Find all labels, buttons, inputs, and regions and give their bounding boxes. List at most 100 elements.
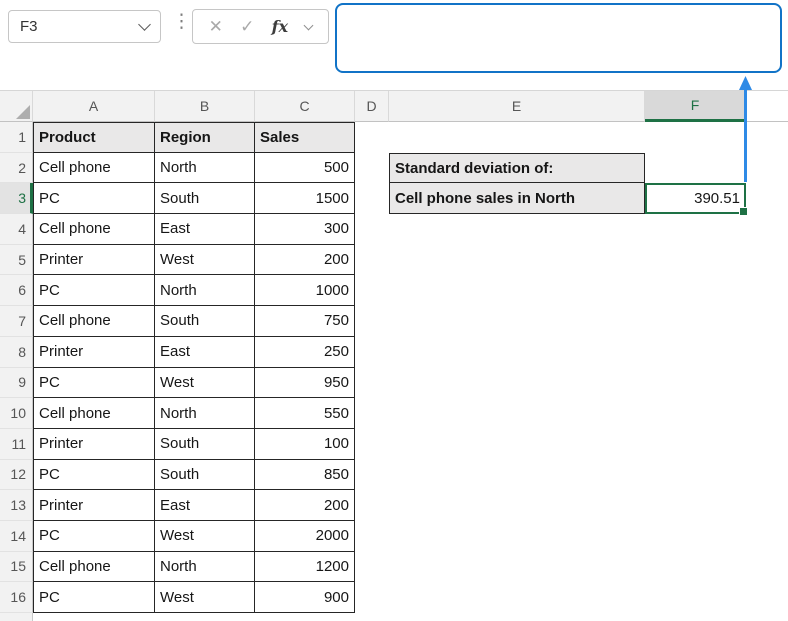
cell-D9[interactable] xyxy=(355,368,389,399)
cell-C1[interactable]: Sales xyxy=(255,122,355,153)
cell-B8[interactable]: East xyxy=(155,337,255,368)
cell-A3[interactable]: PC xyxy=(33,183,155,214)
cell-B7[interactable]: South xyxy=(155,306,255,337)
row-header-3[interactable]: 3 xyxy=(0,183,33,214)
row-header-17-partial[interactable] xyxy=(0,613,33,621)
cell-C5[interactable]: 200 xyxy=(255,245,355,276)
cell-A11[interactable]: Printer xyxy=(33,429,155,460)
column-header-C[interactable]: C xyxy=(255,91,355,122)
row-header-1[interactable]: 1 xyxy=(0,122,33,153)
chevron-down-icon[interactable] xyxy=(304,20,314,30)
cell-D2[interactable] xyxy=(355,153,389,184)
cell-B1[interactable]: Region xyxy=(155,122,255,153)
cell-B11[interactable]: South xyxy=(155,429,255,460)
column-header-F[interactable]: F xyxy=(645,91,746,122)
cell-B2[interactable]: North xyxy=(155,153,255,184)
cell-A8[interactable]: Printer xyxy=(33,337,155,368)
enter-icon[interactable]: ✓ xyxy=(240,17,254,37)
cell-C3[interactable]: 1500 xyxy=(255,183,355,214)
row-header-11[interactable]: 11 xyxy=(0,429,33,460)
cell-A13[interactable]: Printer xyxy=(33,490,155,521)
cell-B6[interactable]: North xyxy=(155,275,255,306)
cell-C2[interactable]: 500 xyxy=(255,153,355,184)
cell-B15[interactable]: North xyxy=(155,552,255,583)
formula-input[interactable]: =STDEV.S(IF((A2:A16="Cell phone")* (B2:B… xyxy=(335,3,782,73)
row-header-5[interactable]: 5 xyxy=(0,245,33,276)
name-box[interactable]: F3 xyxy=(8,10,161,43)
cell-C7[interactable]: 750 xyxy=(255,306,355,337)
cell-D5[interactable] xyxy=(355,245,389,276)
cell-B9[interactable]: West xyxy=(155,368,255,399)
cell-D14[interactable] xyxy=(355,521,389,552)
fill-handle[interactable] xyxy=(739,207,748,216)
column-header-E[interactable]: E xyxy=(389,91,645,122)
cell-A16[interactable]: PC xyxy=(33,582,155,613)
cell-D6[interactable] xyxy=(355,275,389,306)
cell-A12[interactable]: PC xyxy=(33,460,155,491)
cell-C14[interactable]: 2000 xyxy=(255,521,355,552)
formula-buttons-group: ✕ ✓ fx xyxy=(192,9,329,44)
cell-C12[interactable]: 850 xyxy=(255,460,355,491)
insert-function-icon[interactable]: fx xyxy=(272,17,288,36)
cell-B10[interactable]: North xyxy=(155,398,255,429)
cell-C13[interactable]: 200 xyxy=(255,490,355,521)
cell-A2[interactable]: Cell phone xyxy=(33,153,155,184)
cell-B3[interactable]: South xyxy=(155,183,255,214)
row-header-16[interactable]: 16 xyxy=(0,582,33,613)
cell-A14[interactable]: PC xyxy=(33,521,155,552)
cell-D12[interactable] xyxy=(355,460,389,491)
row-header-14[interactable]: 14 xyxy=(0,521,33,552)
cell-A4[interactable]: Cell phone xyxy=(33,214,155,245)
row-header-13[interactable]: 13 xyxy=(0,490,33,521)
column-header-A[interactable]: A xyxy=(33,91,155,122)
cell-D7[interactable] xyxy=(355,306,389,337)
cell-A10[interactable]: Cell phone xyxy=(33,398,155,429)
cell-C4[interactable]: 300 xyxy=(255,214,355,245)
active-cell-F3[interactable]: 390.51 xyxy=(645,183,746,214)
cell-D1[interactable] xyxy=(355,122,389,153)
cell-D10[interactable] xyxy=(355,398,389,429)
column-header-D[interactable]: D xyxy=(355,91,389,122)
cell-D4[interactable] xyxy=(355,214,389,245)
chevron-down-icon[interactable] xyxy=(138,18,151,31)
cell-B16[interactable]: West xyxy=(155,582,255,613)
cell-B12[interactable]: South xyxy=(155,460,255,491)
cell-E2-summary-label[interactable]: Standard deviation of: xyxy=(389,153,645,184)
cell-A6[interactable]: PC xyxy=(33,275,155,306)
row-header-6[interactable]: 6 xyxy=(0,275,33,306)
row-header-15[interactable]: 15 xyxy=(0,552,33,583)
row-header-2[interactable]: 2 xyxy=(0,153,33,184)
cell-D16[interactable] xyxy=(355,582,389,613)
row-header-4[interactable]: 4 xyxy=(0,214,33,245)
cell-C8[interactable]: 250 xyxy=(255,337,355,368)
row-header-10[interactable]: 10 xyxy=(0,398,33,429)
cell-D8[interactable] xyxy=(355,337,389,368)
select-all-corner[interactable] xyxy=(0,91,33,122)
row-header-12[interactable]: 12 xyxy=(0,460,33,491)
cell-C15[interactable]: 1200 xyxy=(255,552,355,583)
cell-C9[interactable]: 950 xyxy=(255,368,355,399)
cell-D15[interactable] xyxy=(355,552,389,583)
cell-A9[interactable]: PC xyxy=(33,368,155,399)
cell-C11[interactable]: 100 xyxy=(255,429,355,460)
cell-C6[interactable]: 1000 xyxy=(255,275,355,306)
cell-C10[interactable]: 550 xyxy=(255,398,355,429)
cell-D11[interactable] xyxy=(355,429,389,460)
cell-B13[interactable]: East xyxy=(155,490,255,521)
column-header-B[interactable]: B xyxy=(155,91,255,122)
cell-D3[interactable] xyxy=(355,183,389,214)
cell-D13[interactable] xyxy=(355,490,389,521)
cell-A5[interactable]: Printer xyxy=(33,245,155,276)
cell-B4[interactable]: East xyxy=(155,214,255,245)
cell-A7[interactable]: Cell phone xyxy=(33,306,155,337)
row-header-7[interactable]: 7 xyxy=(0,306,33,337)
cell-B14[interactable]: West xyxy=(155,521,255,552)
cancel-icon[interactable]: ✕ xyxy=(209,17,223,37)
cell-A1[interactable]: Product xyxy=(33,122,155,153)
cell-B5[interactable]: West xyxy=(155,245,255,276)
cell-C16[interactable]: 900 xyxy=(255,582,355,613)
cell-A15[interactable]: Cell phone xyxy=(33,552,155,583)
row-header-9[interactable]: 9 xyxy=(0,368,33,399)
row-header-8[interactable]: 8 xyxy=(0,337,33,368)
cell-E3-summary-label[interactable]: Cell phone sales in North xyxy=(389,183,645,214)
